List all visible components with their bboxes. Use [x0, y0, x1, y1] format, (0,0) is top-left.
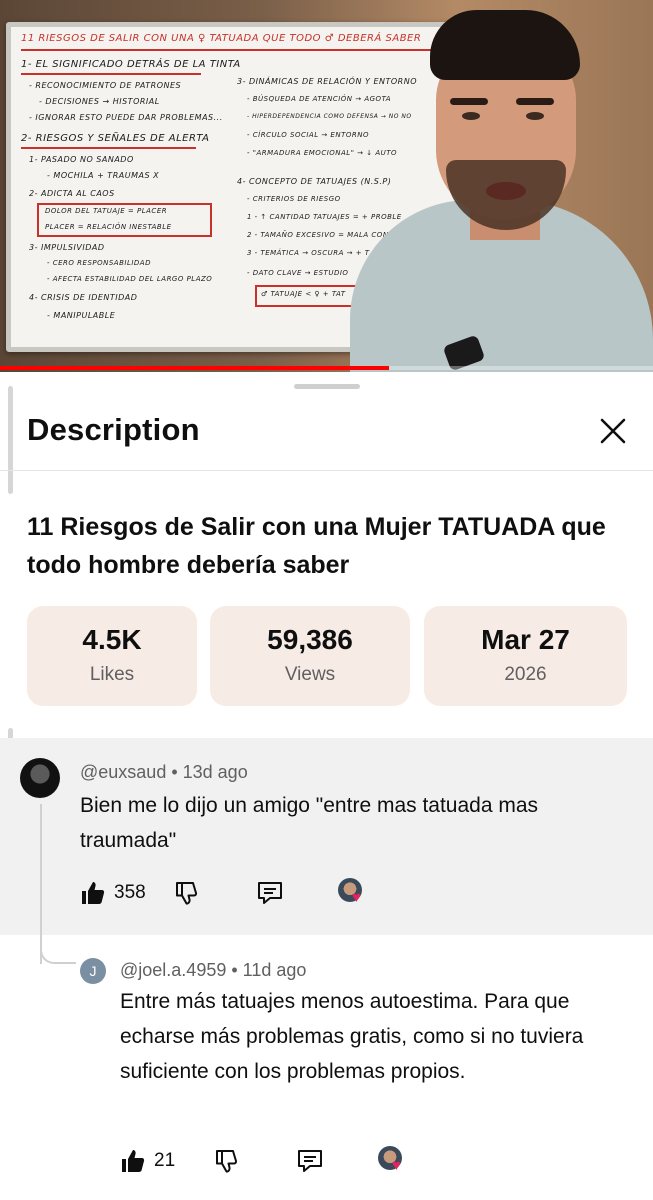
reply-button[interactable]: [256, 878, 284, 908]
wb-underline: [21, 147, 196, 149]
presenter: [350, 0, 653, 372]
sheet-divider: [0, 470, 653, 471]
wb-line: DOLOR DEL TATUAJE = PLACER: [45, 207, 168, 215]
heart-icon: ♥: [352, 889, 361, 906]
comment-author[interactable]: @euxsaud: [80, 762, 166, 782]
wb-line: - CERO RESPONSABILIDAD: [47, 259, 151, 267]
wb-line: 4- CRISIS DE IDENTIDAD: [29, 293, 138, 302]
comments-section: @euxsaud • 13d ago Bien me lo dijo un am…: [0, 738, 653, 1200]
stat-label: 2026: [504, 664, 547, 685]
thread-connector: [40, 934, 76, 964]
comment-author[interactable]: @joel.a.4959: [120, 960, 226, 980]
comment-meta: @euxsaud • 13d ago: [80, 762, 248, 782]
dislike-button[interactable]: [214, 1146, 240, 1176]
thumbs-down-icon: [176, 882, 198, 905]
description-sheet: Description 11 Riesgos de Salir con una …: [0, 372, 653, 1200]
video-player[interactable]: 11 RIESGOS DE SALIR CON UNA ♀ TATUADA QU…: [0, 0, 653, 372]
comment-text: Bien me lo dijo un amigo "entre mas tatu…: [80, 794, 539, 852]
wb-line: 1- EL SIGNIFICADO DETRÁS DE LA TINTA: [21, 59, 241, 70]
like-count: 358: [114, 882, 146, 903]
highlighted-comment[interactable]: @euxsaud • 13d ago Bien me lo dijo un am…: [0, 738, 653, 935]
stat-likes: 4.5K Likes: [27, 606, 197, 706]
scroll-indicator: [8, 386, 13, 494]
stat-value: 59,386: [267, 624, 353, 655]
wb-line: - CRITERIOS DE RIESGO: [247, 195, 341, 203]
wb-line: 3- IMPULSIVIDAD: [29, 243, 105, 252]
close-icon: [600, 418, 626, 444]
avatar[interactable]: J: [80, 958, 106, 984]
comment-icon: [298, 1150, 322, 1172]
stat-label: Views: [284, 664, 336, 685]
comment-actions: 21 ♥: [120, 1146, 420, 1176]
thumbs-up-icon: [122, 1150, 145, 1172]
stat-date: Mar 27 2026: [424, 606, 627, 706]
wb-line: - DATO CLAVE → ESTUDIO: [247, 269, 349, 277]
video-progress-bar[interactable]: [0, 366, 653, 370]
presenter-mouth: [486, 182, 526, 200]
avatar[interactable]: [20, 758, 60, 798]
wb-line: 2- ADICTA AL CAOS: [29, 189, 115, 198]
comment-text: Entre más tatuajes menos autoestima. Par…: [120, 990, 584, 1083]
sheet-drag-handle[interactable]: [294, 384, 360, 389]
creator-heart-badge: ♥: [338, 878, 368, 908]
wb-line: 1- PASADO NO SANADO: [29, 155, 134, 164]
stat-value: Mar 27: [481, 624, 570, 655]
wb-line: - MANIPULABLE: [47, 311, 116, 320]
presenter-brow: [450, 98, 488, 105]
reply-button[interactable]: [296, 1146, 324, 1176]
video-title: 11 Riesgos de Salir con una Mujer TATUAD…: [27, 513, 606, 579]
wb-line: - RECONOCIMIENTO DE PATRONES: [29, 81, 182, 90]
presenter-eye: [462, 112, 480, 120]
video-progress-fill: [0, 366, 389, 370]
dislike-button[interactable]: [174, 878, 200, 908]
comment-actions: 358 ♥: [80, 878, 380, 908]
comment-icon: [258, 882, 282, 904]
close-button[interactable]: [596, 414, 630, 448]
comment-meta: @joel.a.4959 • 11d ago: [120, 960, 307, 980]
wb-line: - MOCHILA + TRAUMAS X: [47, 171, 160, 180]
presenter-eye: [526, 112, 544, 120]
wb-underline: [21, 73, 201, 75]
wb-line: 2- RIESGOS Y SEÑALES DE ALERTA: [21, 133, 210, 144]
comment-age: 13d ago: [182, 762, 248, 782]
comment-age: 11d ago: [242, 960, 307, 980]
creator-heart-badge: ♥: [378, 1146, 408, 1176]
presenter-brow: [516, 98, 554, 105]
wb-line: ♂ TATUAJE < ♀ + TAT: [261, 290, 346, 298]
sheet-title: Description: [27, 412, 200, 447]
stat-views: 59,386 Views: [210, 606, 410, 706]
presenter-hair: [430, 10, 580, 80]
wb-line: - DECISIONES → HISTORIAL: [39, 97, 160, 106]
stat-label: Likes: [89, 664, 135, 685]
thumbs-up-icon: [82, 882, 105, 904]
like-button[interactable]: 21: [120, 1146, 175, 1176]
like-count: 21: [154, 1150, 176, 1171]
thumbs-down-icon: [216, 1150, 238, 1173]
wb-line: PLACER = RELACIÓN INESTABLE: [45, 223, 172, 231]
wb-line: - IGNORAR ESTO PUEDE DAR PROBLEMAS...: [29, 113, 223, 122]
heart-icon: ♥: [392, 1157, 401, 1174]
stats-row: 4.5K Likes 59,386 Views Mar 27 2026: [27, 606, 627, 706]
like-button[interactable]: 358: [80, 878, 146, 908]
stat-value: 4.5K: [82, 624, 142, 655]
wb-line: - AFECTA ESTABILIDAD DEL LARGO PLAZO: [47, 275, 213, 283]
